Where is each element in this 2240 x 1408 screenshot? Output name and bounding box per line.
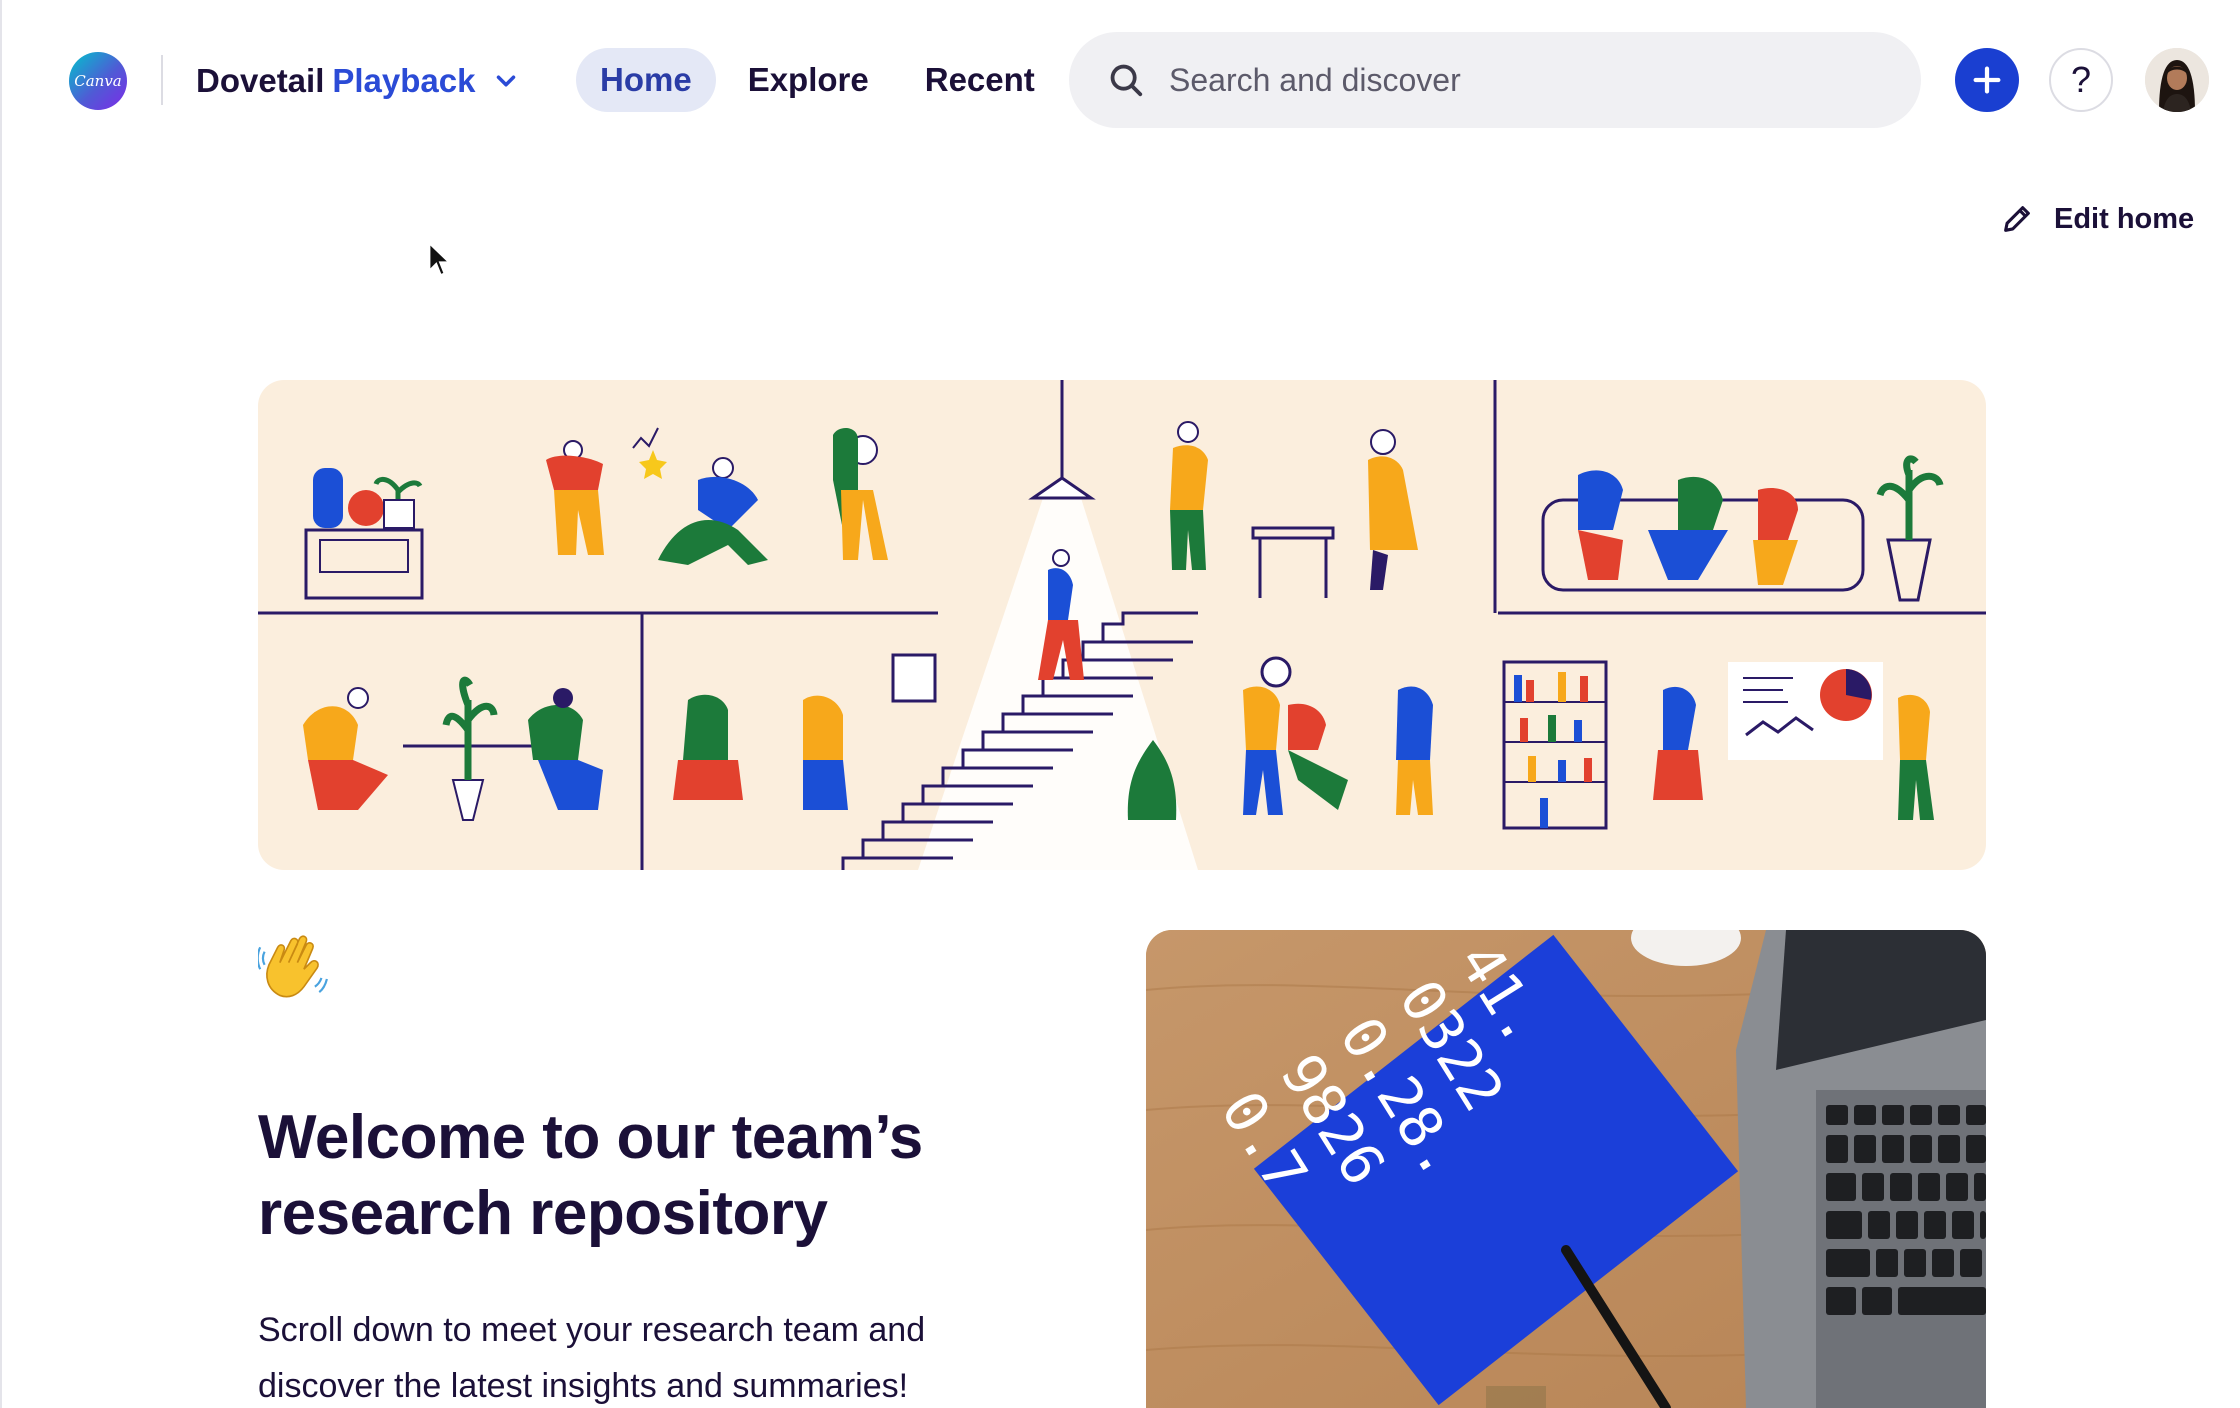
workspace-switcher[interactable]: Dovetail Playback — [196, 56, 521, 106]
avatar-image — [2145, 48, 2209, 112]
team-office-illustration — [258, 380, 1986, 870]
waving-hand-icon — [256, 932, 328, 1002]
mouse-cursor-icon — [428, 242, 452, 277]
main-nav: Home Explore Recent — [576, 48, 1059, 112]
welcome-heading-line1: Welcome to our team’s — [258, 1103, 923, 1172]
welcome-description-line1: Scroll down to meet your research team a… — [258, 1311, 926, 1349]
edit-home-label: Edit home — [2054, 202, 2195, 235]
welcome-description: Scroll down to meet your research team a… — [258, 1302, 1018, 1408]
nav-recent[interactable]: Recent — [901, 48, 1059, 112]
workspace-name: Dovetail — [196, 62, 325, 99]
create-button[interactable] — [1955, 48, 2019, 112]
desk-photo: 41. 0322 0.28. 9826 0.7 — [1146, 930, 1986, 1408]
chevron-down-icon — [497, 75, 516, 87]
notebook-laptop-image: 41. 0322 0.28. 9826 0.7 — [1146, 930, 1986, 1408]
nav-home[interactable]: Home — [576, 48, 716, 112]
nav-explore[interactable]: Explore — [724, 48, 893, 112]
search-bar[interactable]: Search and discover — [1069, 32, 1921, 128]
header-divider — [161, 55, 163, 105]
user-avatar[interactable] — [2145, 48, 2209, 112]
search-placeholder: Search and discover — [1169, 61, 1461, 98]
welcome-heading-line2: research repository — [258, 1179, 828, 1248]
help-icon: ? — [2070, 59, 2092, 100]
search-icon — [1110, 64, 1143, 97]
workspace-name-accent: Playback — [332, 62, 476, 99]
edit-home-button[interactable]: Edit home — [2000, 202, 2194, 236]
pencil-icon — [2004, 206, 2030, 232]
help-button[interactable]: ? — [2049, 48, 2113, 112]
welcome-description-line2: discover the latest insights and summari… — [258, 1367, 909, 1405]
welcome-heading: Welcome to our team’s research repositor… — [258, 1100, 1058, 1252]
banner-illustration — [258, 380, 1986, 870]
top-header: Canva Dovetail Playback Home Explore Rec… — [0, 0, 2240, 160]
canva-logo[interactable]: Canva — [69, 52, 127, 110]
window-edge — [0, 0, 2, 1408]
plus-icon — [1973, 66, 2001, 94]
